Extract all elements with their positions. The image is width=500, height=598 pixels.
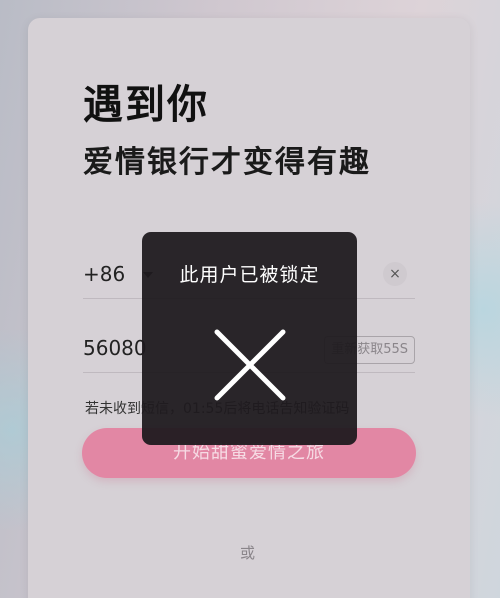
close-x-icon <box>214 329 286 401</box>
clear-icon[interactable]: × <box>383 262 407 286</box>
subheadline: 爱情银行才变得有趣 <box>83 145 371 180</box>
headline: 遇到你 <box>83 82 209 128</box>
toast-message: 此用户已被锁定 <box>179 264 320 286</box>
country-code-selector[interactable]: +86 <box>83 262 125 286</box>
login-screen: 遇到你 爱情银行才变得有趣 +86 × 56080 重新获取55S 若未收到短信… <box>0 0 500 598</box>
verification-code-input[interactable]: 56080 <box>83 336 147 360</box>
locked-account-toast: 此用户已被锁定 <box>142 232 357 445</box>
or-divider-text: 或 <box>240 544 256 562</box>
